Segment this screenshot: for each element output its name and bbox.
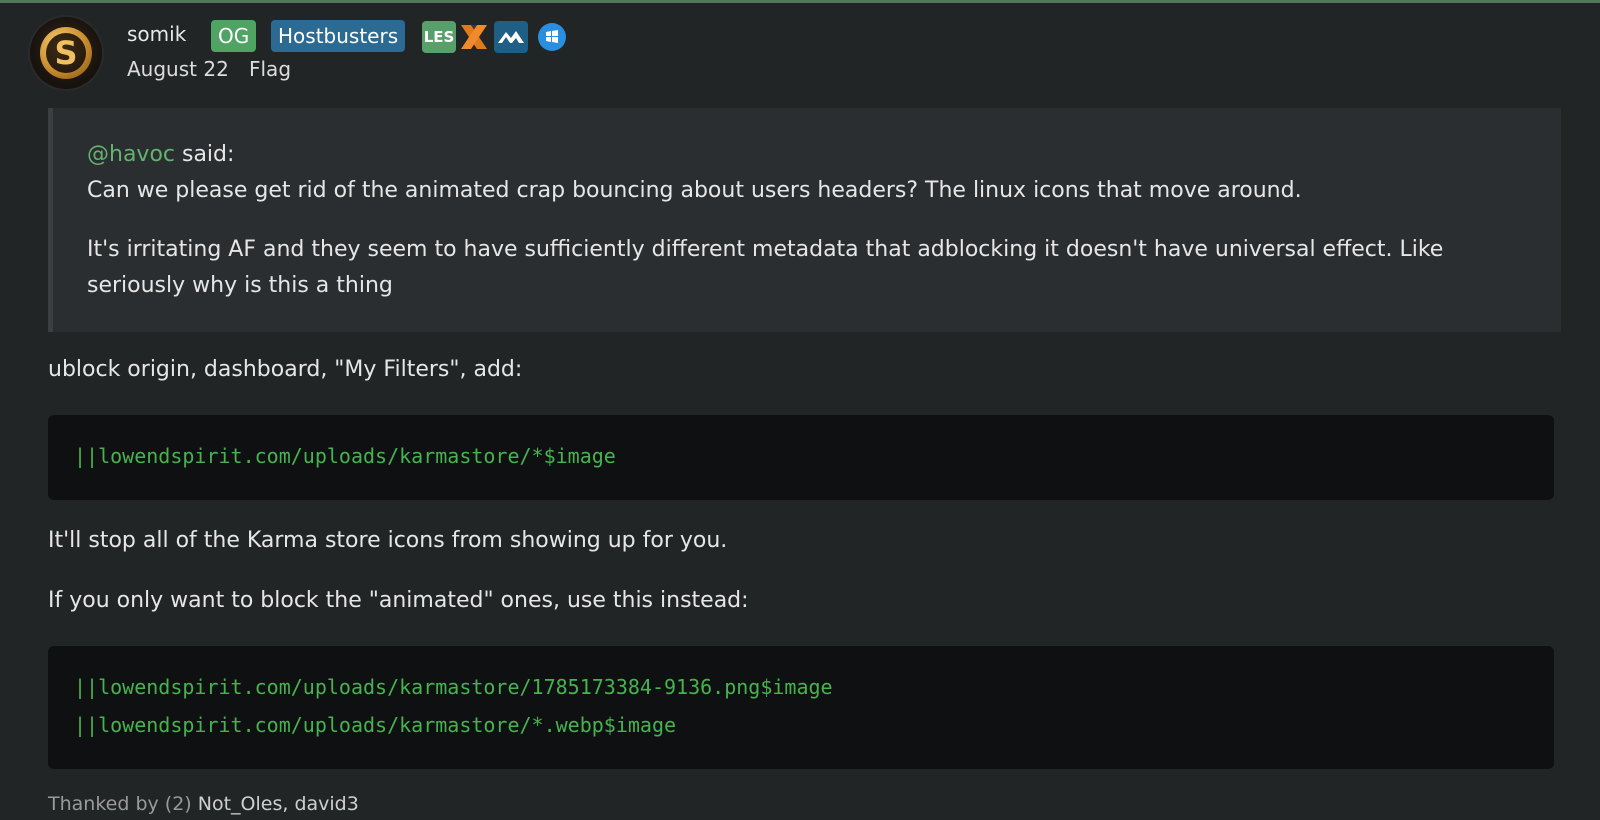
mountain-icon (494, 21, 528, 53)
code-line: ||lowendspirit.com/uploads/karmastore/*$… (74, 444, 616, 468)
thanked-by: Thanked by (2) Not_Oles, david3 (48, 793, 359, 815)
code-block: ||lowendspirit.com/uploads/karmastore/17… (48, 646, 1554, 769)
body-paragraph: ublock origin, dashboard, "My Filters", … (48, 357, 523, 382)
mention-link[interactable]: @havoc (87, 142, 175, 167)
quote-block: @havoc said: Can we please get rid of th… (48, 108, 1561, 332)
avatar-letter: S (46, 33, 86, 73)
post-date[interactable]: August 22 (127, 57, 229, 81)
quote-said: said: (175, 142, 235, 167)
windows-icon (538, 23, 566, 51)
body-paragraph: If you only want to block the "animated"… (48, 588, 749, 613)
quote-paragraph: It's irritating AF and they seem to have… (87, 237, 1444, 298)
forum-post: S somik OG Hostbusters LES August 22 Fla… (0, 0, 1600, 820)
flag-link[interactable]: Flag (249, 57, 291, 81)
thanked-by-label: Thanked by (2) (48, 793, 192, 815)
role-badge-og[interactable]: OG (211, 20, 257, 52)
top-divider (0, 0, 1600, 3)
role-badge-hostbusters[interactable]: Hostbusters (271, 20, 406, 52)
code-line: ||lowendspirit.com/uploads/karmastore/17… (74, 675, 833, 699)
avatar[interactable]: S (30, 17, 102, 89)
quote-header: @havoc said: (87, 142, 234, 167)
thanked-by-users[interactable]: Not_Oles, david3 (198, 793, 359, 815)
quote-paragraph: Can we please get rid of the animated cr… (87, 178, 1302, 203)
username-link[interactable]: somik (127, 22, 186, 46)
code-line: ||lowendspirit.com/uploads/karmastore/*.… (74, 713, 677, 737)
body-paragraph: It'll stop all of the Karma store icons … (48, 528, 728, 553)
code-block: ||lowendspirit.com/uploads/karmastore/*$… (48, 415, 1554, 500)
les-icon: LES (422, 21, 456, 53)
x-icon (457, 21, 491, 53)
